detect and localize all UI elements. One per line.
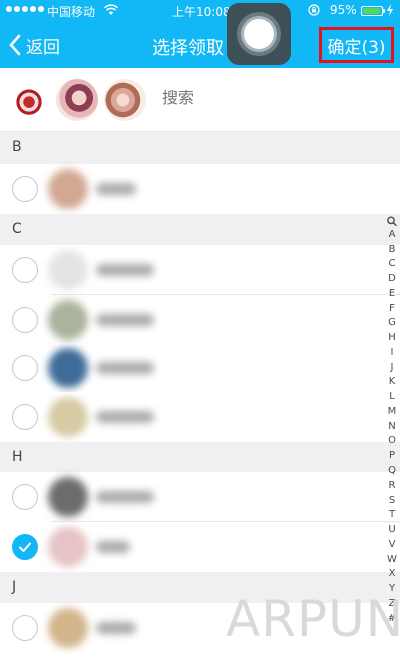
- signal-dots-icon: [6, 6, 44, 12]
- contact-avatar: [48, 348, 88, 388]
- select-checkbox[interactable]: [12, 307, 38, 333]
- nav-bar: 返回 选择领取 确定(3): [0, 22, 400, 68]
- search-input[interactable]: [162, 90, 362, 108]
- contact-row[interactable]: [0, 522, 400, 572]
- contact-row[interactable]: [0, 392, 400, 442]
- selected-avatar[interactable]: [56, 79, 98, 121]
- contact-row[interactable]: [0, 343, 400, 393]
- select-checkbox[interactable]: [12, 404, 38, 430]
- assistive-touch-button[interactable]: [227, 3, 291, 65]
- contact-name-blurred: [96, 362, 154, 374]
- check-icon: [19, 542, 31, 552]
- header: 中国移动 上午10:08 95% 返回 选择领取 确定(3): [0, 0, 400, 68]
- alphabet-index-letter[interactable]: B: [386, 243, 398, 258]
- contact-name-blurred: [96, 491, 154, 503]
- select-checkbox[interactable]: [12, 615, 38, 641]
- alphabet-index-letter[interactable]: O: [386, 434, 398, 449]
- alphabet-index-letter[interactable]: D: [386, 272, 398, 287]
- alphabet-index-letter[interactable]: V: [386, 538, 398, 553]
- contact-row[interactable]: [0, 245, 400, 295]
- alphabet-index-letter[interactable]: A: [386, 228, 398, 243]
- select-checkbox-checked[interactable]: [12, 534, 38, 560]
- alphabet-index-letter[interactable]: C: [386, 257, 398, 272]
- alphabet-index-letter[interactable]: J: [386, 361, 398, 376]
- chevron-left-icon: [9, 34, 21, 56]
- back-label: 返回: [26, 37, 60, 58]
- alphabet-index-letter[interactable]: Q: [386, 464, 398, 479]
- contact-row[interactable]: [0, 295, 400, 345]
- select-checkbox[interactable]: [12, 257, 38, 283]
- contact-avatar: [48, 300, 88, 340]
- contact-avatar: [48, 477, 88, 517]
- contact-avatar: [48, 169, 88, 209]
- screen: 中国移动 上午10:08 95% 返回 选择领取 确定(3) 搜索 B C H …: [0, 0, 400, 661]
- alphabet-index-letter[interactable]: E: [386, 287, 398, 302]
- alphabet-index-letter[interactable]: F: [386, 302, 398, 317]
- contact-name-blurred: [96, 183, 136, 195]
- confirm-button[interactable]: 确定(3): [319, 27, 394, 63]
- alphabet-index-letter[interactable]: N: [386, 420, 398, 435]
- alphabet-index-letter[interactable]: R: [386, 479, 398, 494]
- back-button[interactable]: 返回: [8, 30, 60, 60]
- status-bar: 中国移动 上午10:08 95%: [0, 0, 400, 22]
- alphabet-index-letter[interactable]: H: [386, 331, 398, 346]
- selected-avatar[interactable]: [104, 79, 146, 121]
- select-checkbox[interactable]: [12, 355, 38, 381]
- select-checkbox[interactable]: [12, 484, 38, 510]
- section-letter: J: [12, 579, 17, 595]
- contact-avatar: [48, 527, 88, 567]
- alphabet-index-letter[interactable]: X: [386, 567, 398, 582]
- contact-name-blurred: [96, 622, 136, 634]
- contact-avatar: [48, 397, 88, 437]
- selected-avatar[interactable]: [8, 79, 50, 121]
- contact-row[interactable]: [0, 164, 400, 214]
- alphabet-index-letter[interactable]: T: [386, 508, 398, 523]
- alphabet-index-letter[interactable]: U: [386, 523, 398, 538]
- search-icon[interactable]: [386, 213, 398, 228]
- contact-name-blurred: [96, 541, 130, 553]
- contact-name-blurred: [96, 411, 154, 423]
- alphabet-index-letter[interactable]: K: [386, 375, 398, 390]
- battery-percent: 95%: [330, 3, 357, 17]
- section-header-h: H: [0, 442, 400, 474]
- charging-bolt-icon: [387, 4, 393, 16]
- alphabet-index-letter[interactable]: W: [386, 553, 398, 568]
- assistive-touch-icon: [237, 12, 281, 56]
- alphabet-index-letter[interactable]: S: [386, 494, 398, 509]
- contact-avatar: [48, 608, 88, 648]
- contact-avatar: [48, 250, 88, 290]
- section-header-b: B: [0, 132, 400, 164]
- select-checkbox[interactable]: [12, 176, 38, 202]
- alphabet-index-letter[interactable]: P: [386, 449, 398, 464]
- clock: 上午10:08: [172, 5, 231, 19]
- wifi-icon: [104, 4, 118, 15]
- alphabet-index-letter[interactable]: G: [386, 316, 398, 331]
- alphabet-index[interactable]: A B C D E F G H I J K L M N O P Q R S T U V W X Y Z #: [386, 213, 398, 626]
- alphabet-index-letter[interactable]: L: [386, 390, 398, 405]
- contact-name-blurred: [96, 314, 154, 326]
- section-letter: C: [12, 221, 22, 237]
- orientation-lock-icon: [308, 4, 320, 16]
- contact-name-blurred: [96, 264, 154, 276]
- watermark: ARPUN.COM: [226, 590, 400, 648]
- page-title: 选择领取: [152, 38, 224, 59]
- battery-icon: [361, 6, 385, 16]
- alphabet-index-letter[interactable]: I: [386, 346, 398, 361]
- contact-row[interactable]: [0, 472, 400, 522]
- section-header-c: C: [0, 214, 400, 246]
- carrier-label: 中国移动: [47, 5, 96, 19]
- selected-contacts-bar: [0, 68, 400, 132]
- alphabet-index-letter[interactable]: M: [386, 405, 398, 420]
- section-letter: H: [12, 449, 23, 465]
- section-letter: B: [12, 139, 22, 155]
